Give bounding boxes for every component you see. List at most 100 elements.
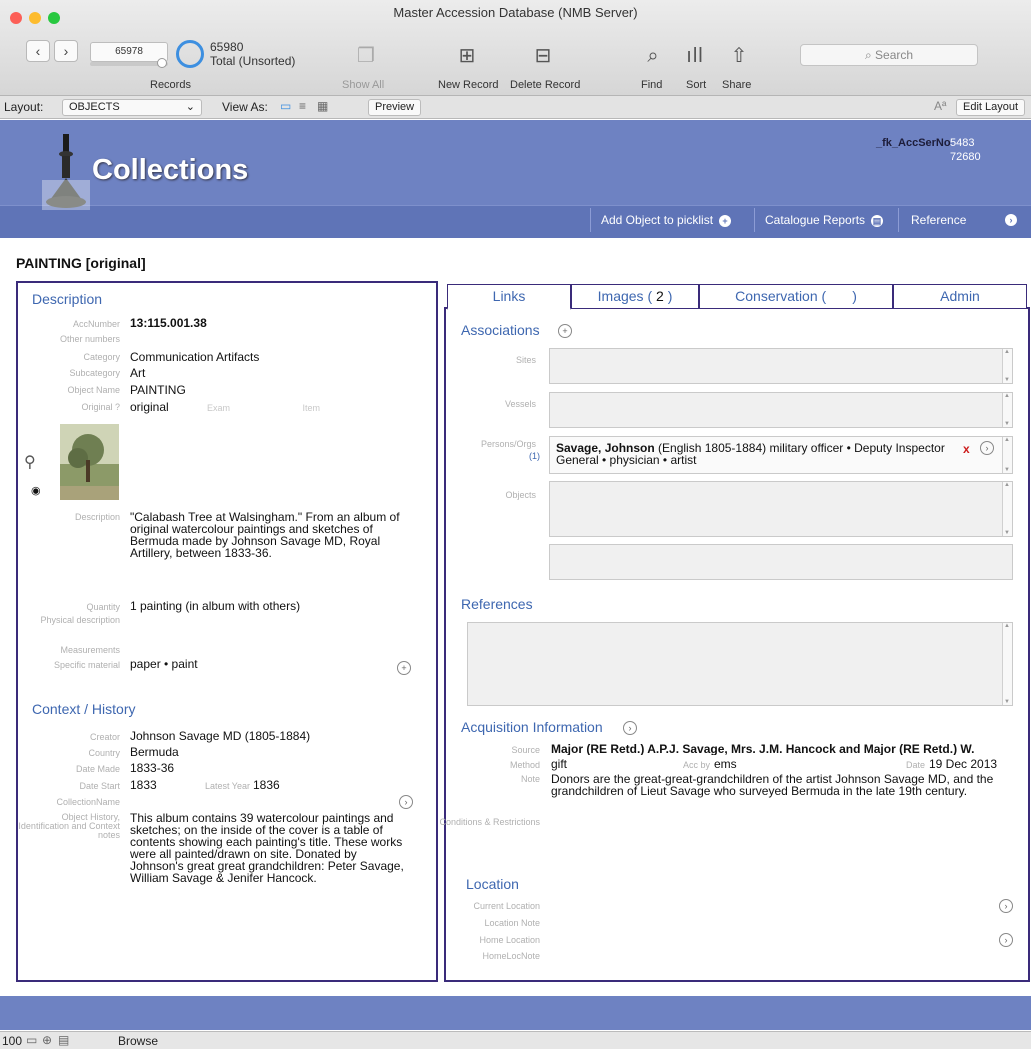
add-association-icon[interactable]: + xyxy=(558,324,572,338)
source-value[interactable]: Major (RE Retd.) A.P.J. Savage, Mrs. J.M… xyxy=(551,743,1011,755)
persons-orgs-field[interactable]: Savage, Johnson (English 1805-1884) mili… xyxy=(549,436,1013,474)
category-value[interactable]: Communication Artifacts xyxy=(130,351,259,363)
arrow-right-icon[interactable]: › xyxy=(999,899,1013,913)
find-icon[interactable]: ⌕ xyxy=(640,46,666,66)
arrow-right-icon[interactable]: › xyxy=(623,721,637,735)
references-section-title: References xyxy=(461,596,533,612)
object-history-value[interactable]: This album contains 39 watercolour paint… xyxy=(130,812,408,884)
specific-material-value[interactable]: paper • paint xyxy=(130,658,198,670)
fk-accserno-label: _fk_AccSerNo xyxy=(876,137,951,149)
new-record-button[interactable]: New Record xyxy=(438,79,499,91)
creator-label: Creator xyxy=(89,732,120,742)
quantity-value[interactable]: 1 painting (in album with others) xyxy=(130,600,300,612)
date-value[interactable]: 19 Dec 2013 xyxy=(929,758,997,770)
category-label: Category xyxy=(83,352,120,362)
remove-person-icon[interactable]: x xyxy=(963,442,970,456)
other-numbers-label: Other numbers xyxy=(59,334,120,344)
tab-links[interactable]: Links xyxy=(447,284,571,310)
creator-value[interactable]: Johnson Savage MD (1805-1884) xyxy=(130,730,310,742)
subcategory-label: Subcategory xyxy=(69,368,120,378)
total-count: 65980 xyxy=(210,40,244,54)
preview-button[interactable]: Preview xyxy=(368,99,422,116)
zoom-out-icon[interactable]: ▭ xyxy=(26,1033,37,1047)
description-label: Description xyxy=(74,512,120,522)
layout-select[interactable]: OBJECTS ⌄ xyxy=(62,99,202,116)
object-name-value[interactable]: PAINTING xyxy=(130,384,186,396)
catalogue-reports-button[interactable]: Catalogue Reports ▤ xyxy=(754,208,898,232)
description-value[interactable]: "Calabash Tree at Walsingham." From an a… xyxy=(130,511,410,559)
vessels-field[interactable] xyxy=(549,392,1013,428)
date-made-value[interactable]: 1833-36 xyxy=(130,762,174,774)
radio-selected-icon[interactable]: ◉ xyxy=(31,484,41,497)
quantity-label: Quantity xyxy=(86,602,120,612)
magnify-icon[interactable]: ⚲ xyxy=(24,452,36,472)
references-scrollbar[interactable] xyxy=(1002,623,1012,705)
object-name-label: Object Name xyxy=(67,385,120,395)
search-input[interactable]: ⌕ Search xyxy=(800,44,978,66)
form-view-icon[interactable]: ▭ xyxy=(280,99,291,113)
current-location-label: Current Location xyxy=(473,901,540,911)
record-number-input[interactable]: 65978 xyxy=(90,42,168,62)
person-entry[interactable]: Savage, Johnson (English 1805-1884) mili… xyxy=(556,442,946,466)
physical-description-label: Physical description xyxy=(40,615,120,625)
painting-thumbnail[interactable] xyxy=(60,424,119,500)
method-value[interactable]: gift xyxy=(551,758,567,770)
arrow-right-icon[interactable]: › xyxy=(999,933,1013,947)
arrow-right-icon: › xyxy=(1005,214,1017,226)
add-material-icon[interactable]: + xyxy=(397,661,411,675)
record-slider-knob[interactable] xyxy=(157,58,167,68)
reference-button[interactable]: Reference › xyxy=(898,208,1031,232)
delete-record-button[interactable]: Delete Record xyxy=(510,79,580,91)
latest-year-value[interactable]: 1836 xyxy=(253,779,280,791)
edit-layout-button[interactable]: Edit Layout xyxy=(956,99,1026,116)
show-all-button[interactable]: Show All xyxy=(342,79,384,91)
tab-admin[interactable]: Admin xyxy=(893,284,1027,308)
tab-conservation[interactable]: Conservation () xyxy=(699,284,893,308)
vessels-scrollbar[interactable] xyxy=(1002,393,1012,427)
objects-field[interactable] xyxy=(549,481,1013,537)
date-label: Date xyxy=(905,760,925,770)
zoom-in-icon[interactable]: ⊕ xyxy=(42,1033,52,1047)
collection-name-label: CollectionName xyxy=(56,797,120,807)
delete-record-icon[interactable]: ⊟ xyxy=(530,46,556,66)
measurements-label: Measurements xyxy=(60,645,120,655)
location-note-label: Location Note xyxy=(484,918,540,928)
list-view-icon[interactable]: ≡ xyxy=(299,99,306,113)
view-as-label: View As: xyxy=(222,100,268,114)
zoom-level[interactable]: 100 xyxy=(2,1034,22,1048)
objects-scrollbar[interactable] xyxy=(1002,482,1012,536)
sites-scrollbar[interactable] xyxy=(1002,349,1012,383)
total-label: Total (Unsorted) xyxy=(210,54,296,68)
conditions-label: Conditions & Restrictions xyxy=(439,817,540,827)
tab-images[interactable]: Images ( 2 ) xyxy=(571,284,699,308)
find-button[interactable]: Find xyxy=(641,79,662,91)
next-record-button[interactable]: › xyxy=(54,40,78,62)
toggle-status-icon[interactable]: ▤ xyxy=(58,1033,69,1047)
associations-section-title: Associations xyxy=(461,322,540,338)
show-all-icon[interactable]: ❐ xyxy=(352,46,380,66)
sites-field[interactable] xyxy=(549,348,1013,384)
persons-scrollbar[interactable] xyxy=(1002,437,1012,473)
app-name: Collections xyxy=(92,154,249,186)
sort-icon[interactable]: ıll xyxy=(680,46,710,66)
country-value[interactable]: Bermuda xyxy=(130,746,179,758)
new-record-icon[interactable]: ⊞ xyxy=(454,46,480,66)
share-icon[interactable]: ⇧ xyxy=(726,46,752,66)
arrow-right-icon[interactable]: › xyxy=(399,795,413,809)
acc-number-value[interactable]: 13:115.001.38 xyxy=(130,317,207,329)
note-value[interactable]: Donors are the great-great-grandchildren… xyxy=(551,773,1011,797)
subcategory-value[interactable]: Art xyxy=(130,367,145,379)
acc-by-value[interactable]: ems xyxy=(714,758,737,770)
previous-record-button[interactable]: ‹ xyxy=(26,40,50,62)
references-field[interactable] xyxy=(467,622,1013,706)
plus-icon: + xyxy=(719,214,732,227)
search-icon: ⌕ xyxy=(864,48,876,62)
share-button[interactable]: Share xyxy=(722,79,751,91)
arrow-right-icon[interactable]: › xyxy=(980,441,994,455)
add-to-picklist-button[interactable]: Add Object to picklist + xyxy=(590,208,754,232)
sort-button[interactable]: Sort xyxy=(686,79,706,91)
acc-by-label: Acc by xyxy=(682,760,710,770)
objects-extra-field[interactable] xyxy=(549,544,1013,580)
table-view-icon[interactable]: ▦ xyxy=(317,99,328,113)
text-format-icon[interactable]: Aª xyxy=(934,99,946,113)
